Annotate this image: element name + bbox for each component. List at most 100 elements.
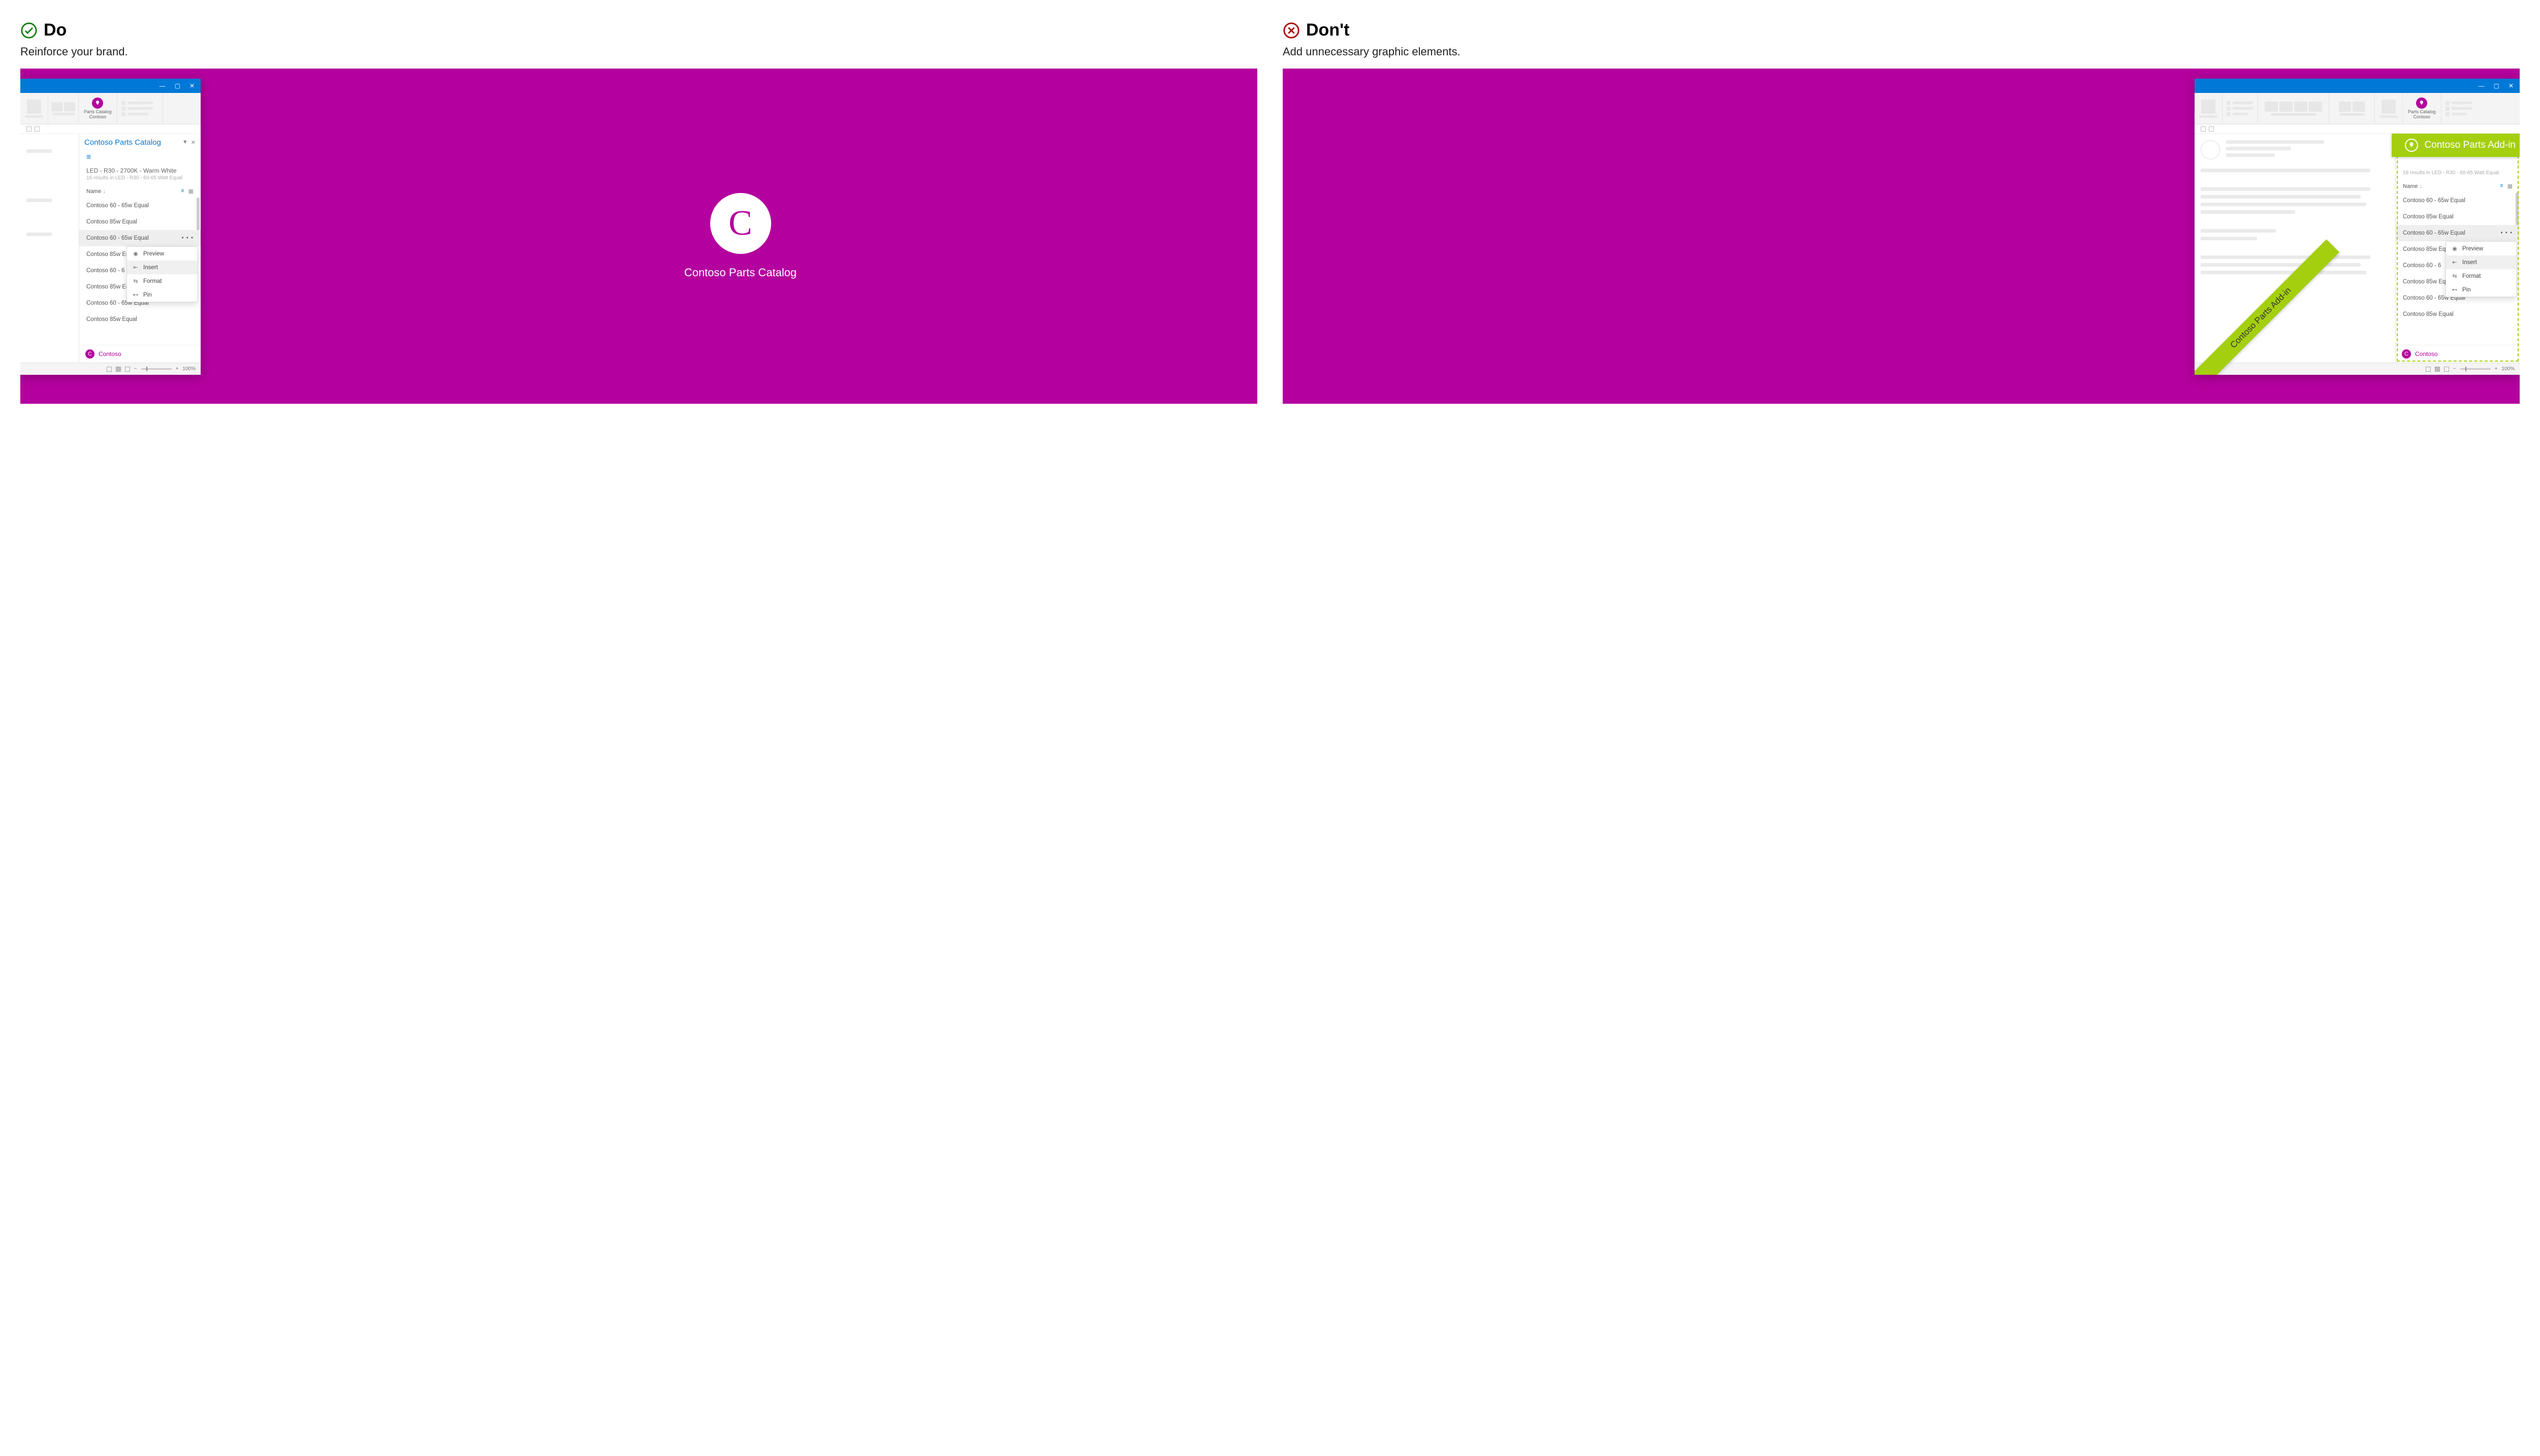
more-icon[interactable]: • • • — [2501, 230, 2513, 236]
diagonal-ribbon: Contoso Parts Add-in — [2195, 240, 2339, 375]
dropdown-icon[interactable]: ▼ — [182, 139, 188, 146]
lightbulb-icon — [2416, 98, 2427, 109]
content-area: Contoso Parts Catalog ▼✕ ≡ LED - R30 - 2… — [20, 134, 201, 363]
column-header: Name ↓ ≡▦ — [79, 185, 201, 198]
checkbox[interactable] — [35, 126, 40, 132]
ribbon-addin-button[interactable]: Parts Catalog Contoso — [79, 93, 117, 124]
menu-preview[interactable]: ◉Preview — [127, 247, 197, 261]
view-mode-icon[interactable] — [2426, 367, 2431, 372]
zoom-out-icon[interactable]: − — [2453, 366, 2456, 372]
do-title: Do — [44, 20, 67, 40]
list-item[interactable]: Contoso 85w Equal — [2396, 209, 2520, 225]
status-bar: − + 100% — [20, 363, 201, 375]
hamburger-icon[interactable]: ≡ — [79, 151, 201, 164]
results-list: Contoso 60 - 65w Equal Contoso 85w Equal… — [2396, 192, 2520, 345]
titlebar: — ▢ ✕ — [20, 79, 201, 93]
menu-pin[interactable]: ⊷Pin — [127, 288, 197, 302]
list-item-selected[interactable]: Contoso 60 - 65w Equal • • • — [79, 230, 201, 246]
minimize-icon[interactable]: — — [160, 82, 166, 89]
taskpane-footer: C Contoso — [2396, 345, 2520, 363]
grid-view-icon[interactable]: ▦ — [188, 188, 194, 195]
select-row — [20, 124, 201, 134]
do-subtitle: Reinforce your brand. — [20, 45, 1257, 58]
view-mode-icon[interactable] — [2435, 367, 2440, 372]
close-icon[interactable]: ✕ — [189, 82, 195, 89]
status-bar: − + 100% — [2195, 363, 2520, 375]
checkbox[interactable] — [2201, 126, 2206, 132]
menu-preview[interactable]: ◉Preview — [2446, 242, 2516, 255]
dont-canvas: — ▢ ✕ — [1283, 69, 2520, 404]
task-pane: Contoso Parts Catalog ▼✕ 16 results in L… — [2395, 134, 2520, 363]
ribbon-group — [48, 93, 79, 124]
taskpane-title-bar: Contoso Parts Catalog ▼✕ — [79, 134, 201, 151]
view-mode-icon[interactable] — [125, 367, 130, 372]
x-circle-icon — [1283, 22, 1300, 39]
sort-icon[interactable]: ↓ — [2419, 183, 2422, 189]
eye-icon: ◉ — [132, 250, 139, 257]
view-mode-icon[interactable] — [2444, 367, 2449, 372]
overlay-banner: Contoso Parts Add-in — [2392, 134, 2520, 157]
menu-format[interactable]: ⇆Format — [127, 274, 197, 288]
zoom-out-icon[interactable]: − — [134, 366, 137, 372]
menu-insert[interactable]: ⇤Insert — [127, 261, 197, 274]
close-pane-icon[interactable]: ✕ — [191, 139, 196, 146]
close-icon[interactable]: ✕ — [2509, 82, 2514, 89]
sort-icon[interactable]: ↓ — [103, 188, 106, 195]
menu-insert[interactable]: ⇤Insert — [2446, 255, 2516, 269]
zoom-level: 100% — [182, 366, 196, 372]
ribbon-group — [2195, 93, 2222, 124]
ribbon-group — [2329, 93, 2375, 124]
zoom-in-icon[interactable]: + — [2495, 366, 2498, 372]
menu-pin[interactable]: ⊷Pin — [2446, 283, 2516, 297]
brand-splash-label: Contoso Parts Catalog — [684, 266, 797, 279]
dont-header: Don't — [1283, 20, 2520, 40]
more-icon[interactable]: • • • — [182, 235, 194, 241]
ribbon-group — [2258, 93, 2329, 124]
view-mode-icon[interactable] — [107, 367, 112, 372]
task-pane: Contoso Parts Catalog ▼✕ ≡ LED - R30 - 2… — [79, 134, 201, 363]
maximize-icon[interactable]: ▢ — [175, 82, 180, 89]
results-list: Contoso 60 - 65w Equal Contoso 85w Equal… — [79, 198, 201, 345]
menu-format[interactable]: ⇆Format — [2446, 269, 2516, 283]
minimize-icon[interactable]: — — [2479, 82, 2485, 89]
list-item[interactable]: Contoso 85w Equal — [79, 214, 201, 230]
list-view-icon[interactable]: ≡ — [181, 188, 184, 195]
dont-title: Don't — [1306, 20, 1350, 40]
taskpane-footer: C Contoso — [79, 345, 201, 363]
breadcrumb: LED - R30 - 2700K - Warm White — [79, 164, 201, 175]
results-count: 16 results in LED - R30 - 60-65 Watt Equ… — [79, 175, 201, 185]
format-icon: ⇆ — [132, 278, 139, 284]
titlebar: — ▢ ✕ — [2195, 79, 2520, 93]
brand-badge: C — [2402, 349, 2411, 359]
dont-panel: Don't Add unnecessary graphic elements. … — [1283, 20, 2520, 404]
grid-view-icon[interactable]: ▦ — [2507, 183, 2513, 189]
checkbox[interactable] — [26, 126, 31, 132]
list-item[interactable]: Contoso 60 - 65w Equal — [79, 198, 201, 214]
checkbox[interactable] — [2209, 126, 2214, 132]
select-row — [2195, 124, 2520, 134]
list-item[interactable]: Contoso 85w Equal — [79, 311, 201, 328]
lightbulb-icon — [92, 98, 103, 109]
ribbon: Parts Catalog Contoso — [20, 93, 201, 124]
zoom-slider[interactable] — [141, 368, 172, 370]
list-item[interactable]: Contoso 60 - 65w Equal — [2396, 192, 2520, 209]
mail-preview — [20, 134, 79, 363]
avatar — [2201, 140, 2220, 159]
context-menu: ◉Preview ⇤Insert ⇆Format ⊷Pin — [126, 246, 198, 302]
format-icon: ⇆ — [2451, 273, 2458, 279]
list-item-selected[interactable]: Contoso 60 - 65w Equal • • • — [2396, 225, 2520, 241]
list-view-icon[interactable]: ≡ — [2500, 183, 2503, 189]
do-header: Do — [20, 20, 1257, 40]
context-menu: ◉Preview ⇤Insert ⇆Format ⊷Pin — [2446, 241, 2517, 297]
view-mode-icon[interactable] — [116, 367, 121, 372]
ribbon-group — [2441, 93, 2487, 124]
zoom-slider[interactable] — [2460, 368, 2491, 370]
insert-icon: ⇤ — [2451, 259, 2458, 266]
maximize-icon[interactable]: ▢ — [2494, 82, 2499, 89]
list-item[interactable]: Contoso 85w Equal — [2396, 306, 2520, 322]
check-circle-icon — [20, 22, 38, 39]
ribbon-addin-button[interactable]: Parts Catalog Contoso — [2403, 93, 2441, 124]
column-header: Name ↓ ≡▦ — [2396, 180, 2520, 192]
eye-icon: ◉ — [2451, 245, 2458, 252]
zoom-in-icon[interactable]: + — [176, 366, 179, 372]
